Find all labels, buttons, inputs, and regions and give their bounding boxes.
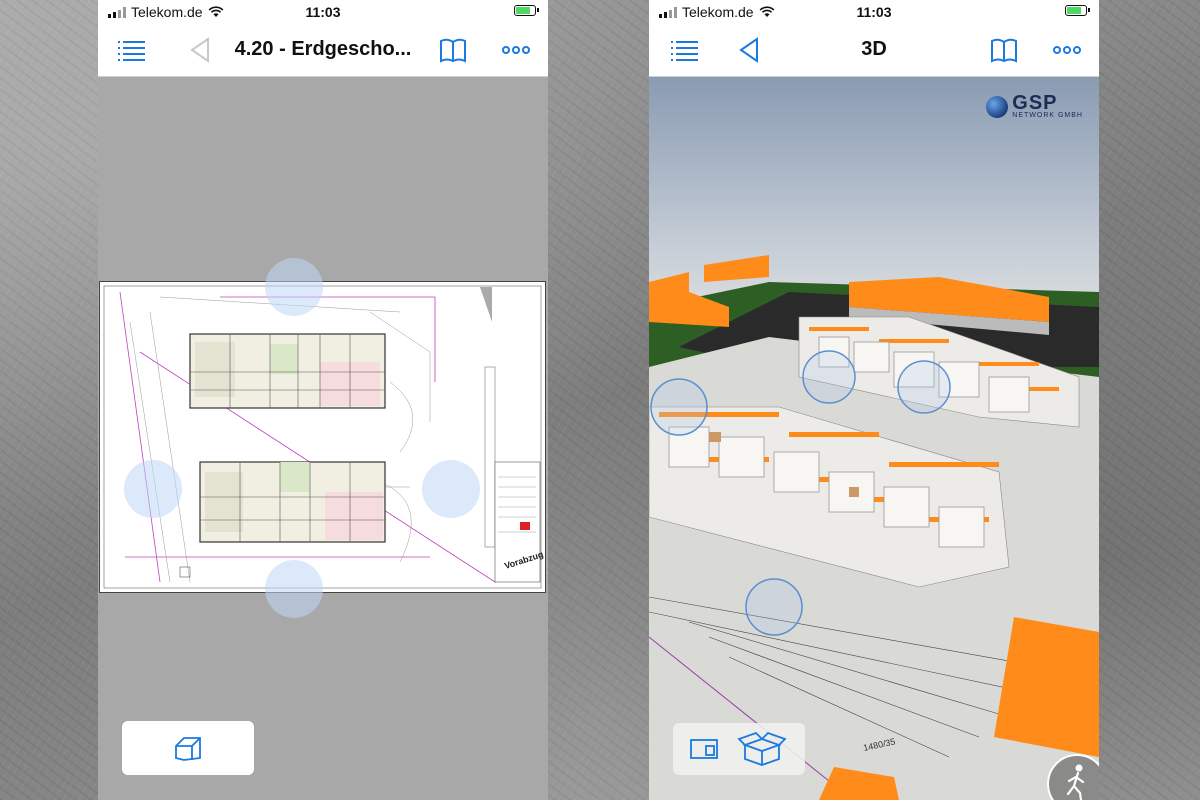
pan-handle-bottom[interactable]	[265, 560, 323, 618]
nav-bar: 3D	[649, 24, 1099, 77]
book-icon[interactable]	[989, 36, 1019, 64]
status-bar: Telekom.de 11:03	[98, 0, 548, 24]
bottom-toolbar	[122, 721, 254, 775]
right-phone-screen: Telekom.de 11:03 3D 1480/35 GSP NETWORK …	[649, 0, 1099, 800]
walking-person-icon[interactable]	[1047, 754, 1099, 800]
3d-model-viewport[interactable]: 1480/35	[649, 77, 1099, 800]
building-lower	[199, 461, 386, 543]
pan-handle-left[interactable]	[124, 460, 182, 518]
clock: 11:03	[856, 4, 892, 20]
more-dots-icon[interactable]	[1052, 36, 1082, 64]
clock: 11:03	[305, 4, 341, 20]
pan-handle-right[interactable]	[422, 460, 480, 518]
battery-icon	[514, 5, 539, 16]
globe-icon	[986, 95, 1009, 118]
building-upper	[189, 333, 386, 409]
cube-house-icon[interactable]	[172, 732, 204, 764]
page-title: 3D	[861, 38, 887, 60]
gsp-logo: GSP NETWORK GMBH	[986, 93, 1083, 119]
more-dots-icon[interactable]	[501, 36, 531, 64]
book-icon[interactable]	[438, 36, 468, 64]
page-title: 4.20 - Erdgescho...	[234, 38, 412, 60]
pan-handle-top[interactable]	[265, 258, 323, 316]
list-icon[interactable]	[116, 36, 146, 64]
open-box-icon[interactable]	[737, 731, 787, 767]
floor-plan-sheet[interactable]: Vorabzug	[99, 281, 546, 593]
left-phone-screen: Telekom.de 11:03 4.20 - Erdgescho... Vor…	[98, 0, 548, 800]
status-bar: Telekom.de 11:03	[649, 0, 1099, 24]
bottom-toolbar	[673, 723, 805, 775]
battery-icon	[1065, 5, 1090, 16]
list-icon[interactable]	[669, 36, 699, 64]
plan-card-icon[interactable]	[689, 735, 719, 763]
nav-bar: 4.20 - Erdgescho...	[98, 24, 548, 77]
